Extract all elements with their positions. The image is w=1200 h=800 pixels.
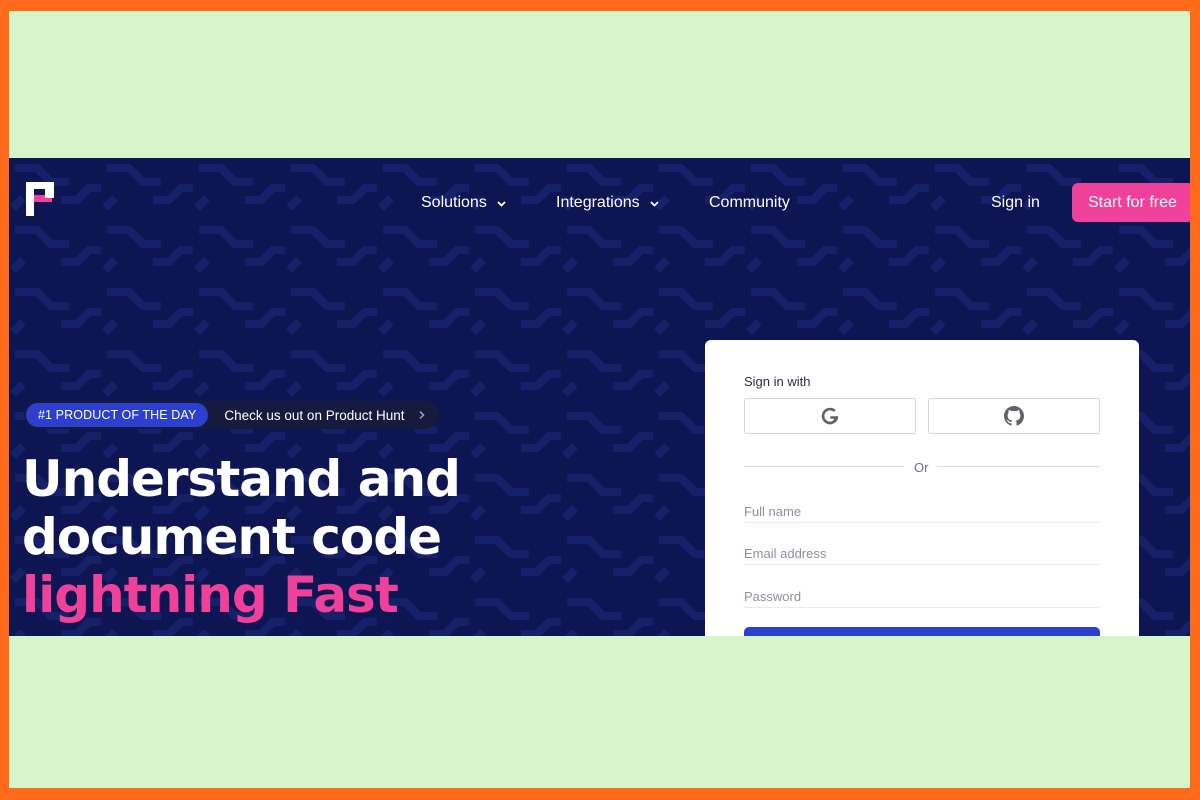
password-field[interactable]	[744, 586, 1100, 608]
or-divider-label: Or	[914, 460, 929, 475]
email-field[interactable]	[744, 543, 1100, 565]
chevron-right-icon	[418, 410, 425, 420]
nav-solutions-label: Solutions	[421, 194, 487, 211]
sign-in-link[interactable]: Sign in	[991, 194, 1040, 212]
nav-community[interactable]: Community	[709, 194, 790, 212]
chevron-down-icon	[497, 200, 506, 207]
nav-community-label: Community	[709, 194, 790, 211]
divider-right	[938, 466, 1100, 467]
nav-solutions[interactable]: Solutions	[421, 194, 507, 212]
hero-line-3: lightning Fast	[22, 566, 399, 624]
signup-card: Sign in with Or	[705, 340, 1139, 636]
badge-text: Check us out on Product Hunt	[224, 407, 405, 423]
nav-integrations-label: Integrations	[556, 194, 640, 211]
hero-headline: Understand and document code lightning F…	[22, 450, 461, 624]
divider-left	[744, 466, 904, 467]
submit-button[interactable]	[744, 627, 1100, 636]
github-sign-in-button[interactable]	[928, 398, 1100, 434]
nav-integrations[interactable]: Integrations	[556, 194, 660, 212]
screenshot-frame: Solutions Integrations Community Sign in…	[9, 11, 1190, 788]
full-name-field[interactable]	[744, 501, 1100, 523]
landing-page: Solutions Integrations Community Sign in…	[9, 158, 1190, 636]
badge-pill: #1 PRODUCT OF THE DAY	[26, 403, 209, 427]
sign-in-with-label: Sign in with	[744, 374, 811, 389]
product-hunt-badge[interactable]: #1 PRODUCT OF THE DAY Check us out on Pr…	[24, 401, 439, 429]
chevron-down-icon	[649, 200, 659, 207]
github-icon	[1004, 406, 1024, 426]
hero-line-2: document code	[22, 508, 442, 566]
hero-line-1: Understand and	[22, 450, 461, 508]
start-for-free-button[interactable]: Start for free	[1072, 183, 1190, 222]
google-sign-in-button[interactable]	[744, 398, 916, 434]
google-icon	[821, 407, 839, 425]
